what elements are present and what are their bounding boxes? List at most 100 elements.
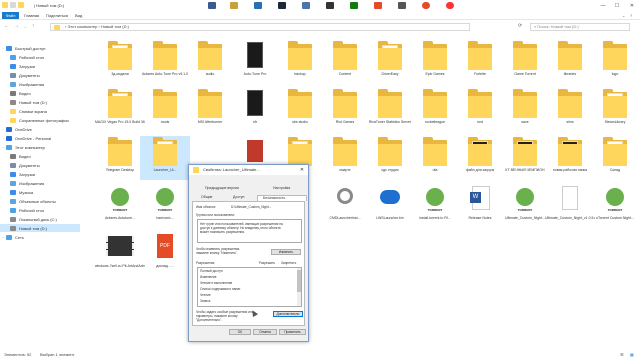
sidebar-item[interactable]: Музыка <box>0 188 80 196</box>
file-item[interactable]: DriverEasy <box>365 40 415 84</box>
sidebar-item[interactable]: Локальный диск (C:) <box>0 215 80 223</box>
file-item[interactable]: TORRENT harmonic... <box>140 184 190 228</box>
sidebar-item[interactable]: Изображения <box>0 80 80 88</box>
sidebar-item[interactable]: Объемные объекты <box>0 197 80 205</box>
file-item[interactable]: TORRENT Antares.Autotune... <box>95 184 145 228</box>
file-item[interactable]: windows-7sell.cu Pit-ArtAndAdmin...Bar-Y… <box>95 232 145 276</box>
refresh-button[interactable]: ⟳ <box>518 23 522 29</box>
folder-icon[interactable] <box>2 2 8 8</box>
file-item[interactable]: CMDLauncherInst... <box>320 184 370 228</box>
file-item[interactable]: Auto-Tune Pro <box>230 40 280 84</box>
file-item[interactable]: Riot Games <box>320 88 370 132</box>
sidebar-item[interactable]: Изображения <box>0 179 80 187</box>
address-field[interactable]: › Этот компьютер › Новый том (D:) <box>50 23 470 31</box>
file-item[interactable]: сдс студио <box>365 136 415 180</box>
file-item[interactable]: Launcher_Ui... <box>140 136 190 180</box>
sidebar-item[interactable]: Загрузки <box>0 62 80 70</box>
file-item[interactable]: Epic Games <box>410 40 460 84</box>
sidebar-item[interactable]: Рабочий стол <box>0 53 80 61</box>
sidebar-item[interactable]: › Этот компьютер <box>0 143 80 151</box>
sidebar-item[interactable]: Документы <box>0 161 80 169</box>
tab-previous-versions[interactable]: Предыдущие версии <box>205 186 239 190</box>
scrollbar-thumb[interactable] <box>297 270 301 292</box>
file-item[interactable]: Content <box>320 40 370 84</box>
minimize-button[interactable]: — <box>596 0 610 11</box>
file-item[interactable]: backup <box>275 40 325 84</box>
tab-file[interactable]: Файл <box>2 12 19 19</box>
file-item[interactable]: 3д-модели <box>95 40 145 84</box>
file-item[interactable]: nfr <box>230 88 280 132</box>
file-item[interactable]: save <box>500 88 550 132</box>
sidebar-item[interactable]: › Сеть <box>0 233 80 241</box>
properties-icon[interactable] <box>10 2 16 8</box>
file-item[interactable]: TORRENT uTorrent Custom Night... <box>590 184 640 228</box>
back-button[interactable]: ← <box>4 23 9 29</box>
up-button[interactable]: ↑ <box>32 23 35 29</box>
tab-sharing[interactable]: Доступ <box>233 195 244 199</box>
file-item[interactable]: MAGIX Vegas Pro 15.0 Build 361 RePack by… <box>95 88 145 132</box>
permissions-list[interactable]: Полный доступ Изменение Чтение и выполне… <box>197 267 302 307</box>
sidebar-item[interactable]: Снимки экрана <box>0 107 80 115</box>
file-item[interactable]: ufa <box>410 136 460 180</box>
new-folder-icon[interactable] <box>18 2 24 8</box>
file-item[interactable]: LWSLauncher.bin <box>365 184 415 228</box>
file-item[interactable]: PDF доклад - ... <box>140 232 190 276</box>
expand-ribbon-icon[interactable]: ⌄ <box>622 13 625 18</box>
apply-button[interactable]: Применить <box>279 329 306 335</box>
sidebar-item[interactable]: Новый том (D:) <box>0 224 80 232</box>
tab-general[interactable]: Общие <box>201 195 213 199</box>
sidebar-item[interactable]: Рабочий стол <box>0 206 80 214</box>
sidebar-item[interactable]: Сохраненные фотографии <box>0 116 80 124</box>
sidebar-item[interactable]: Документы <box>0 71 80 79</box>
tab-customize[interactable]: Настройка <box>273 186 290 190</box>
file-item[interactable]: W Release Notes <box>455 184 505 228</box>
file-item[interactable]: SteamLibrary <box>590 88 640 132</box>
large-icons-view-icon[interactable]: ▦ <box>630 352 634 357</box>
dialog-close-button[interactable]: ✕ <box>296 165 308 175</box>
file-item[interactable]: obs studio <box>275 88 325 132</box>
cancel-button[interactable]: Отмена <box>253 329 277 335</box>
help-icon[interactable]: ? <box>630 13 632 18</box>
details-view-icon[interactable]: ☰ <box>620 352 624 357</box>
file-item[interactable]: Склад <box>590 136 640 180</box>
sidebar-item[interactable]: › OneDrive <box>0 125 80 133</box>
file-item[interactable]: audio <box>185 40 235 84</box>
file-item[interactable]: Game Torrent <box>500 40 550 84</box>
file-item[interactable]: rocketleague <box>410 88 460 132</box>
tab-home[interactable]: Главная <box>24 13 39 18</box>
groups-list[interactable]: Нет групп или пользователей, имеющих раз… <box>197 219 302 243</box>
file-item[interactable]: КТ ВЕЧНЫЙ ЧЕМПИОН <box>500 136 550 180</box>
change-button[interactable]: Изменить <box>271 249 301 255</box>
file-item[interactable]: файл для загрузк <box>455 136 505 180</box>
file-item[interactable]: Ultimate_Custom_Night_v1.0.5.rfolder <box>545 184 595 228</box>
file-item[interactable]: logo <box>590 40 640 84</box>
file-item[interactable]: TORRENT install-torrent-in Fil... <box>410 184 460 228</box>
tab-share[interactable]: Поделиться <box>46 13 68 18</box>
advanced-button[interactable]: Дополнительно <box>273 311 303 317</box>
file-item[interactable]: sims <box>545 88 595 132</box>
sidebar-item[interactable]: › OneDrive - Personal <box>0 134 80 142</box>
file-item[interactable]: смартс <box>320 136 370 180</box>
file-item[interactable]: TORRENT Ultimate_Custom_Night... <box>500 184 550 228</box>
ok-button[interactable]: OK <box>229 329 251 335</box>
file-item[interactable]: rust <box>455 88 505 132</box>
search-input[interactable]: ⌕ Поиск: Новый том (D:) <box>530 23 630 31</box>
file-item[interactable]: новая рабочая папка <box>545 136 595 180</box>
forward-button[interactable]: → <box>14 23 19 29</box>
file-item[interactable]: libraries <box>545 40 595 84</box>
sidebar-item[interactable]: › Быстрый доступ <box>0 44 80 52</box>
sidebar-item[interactable]: Видео <box>0 152 80 160</box>
close-button[interactable]: ✕ <box>625 0 639 11</box>
tab-view[interactable]: Вид <box>75 13 82 18</box>
file-item[interactable]: MSI Afterburner <box>185 88 235 132</box>
maximize-button[interactable]: ☐ <box>610 0 624 11</box>
file-item[interactable]: RivaTuner Statistics Server <box>365 88 415 132</box>
file-item[interactable]: Telegram Desktop <box>95 136 145 180</box>
file-item[interactable]: Fortnite <box>455 40 505 84</box>
file-item[interactable]: mods <box>140 88 190 132</box>
file-item[interactable]: Antares Auto-Tune Pro v9.1.0 <box>140 40 190 84</box>
permissions-scrollbar[interactable] <box>297 268 301 306</box>
sidebar-item[interactable]: Видео <box>0 89 80 97</box>
sidebar-item[interactable]: Новый том (D:) <box>0 98 80 106</box>
sidebar-item[interactable]: Загрузки <box>0 170 80 178</box>
